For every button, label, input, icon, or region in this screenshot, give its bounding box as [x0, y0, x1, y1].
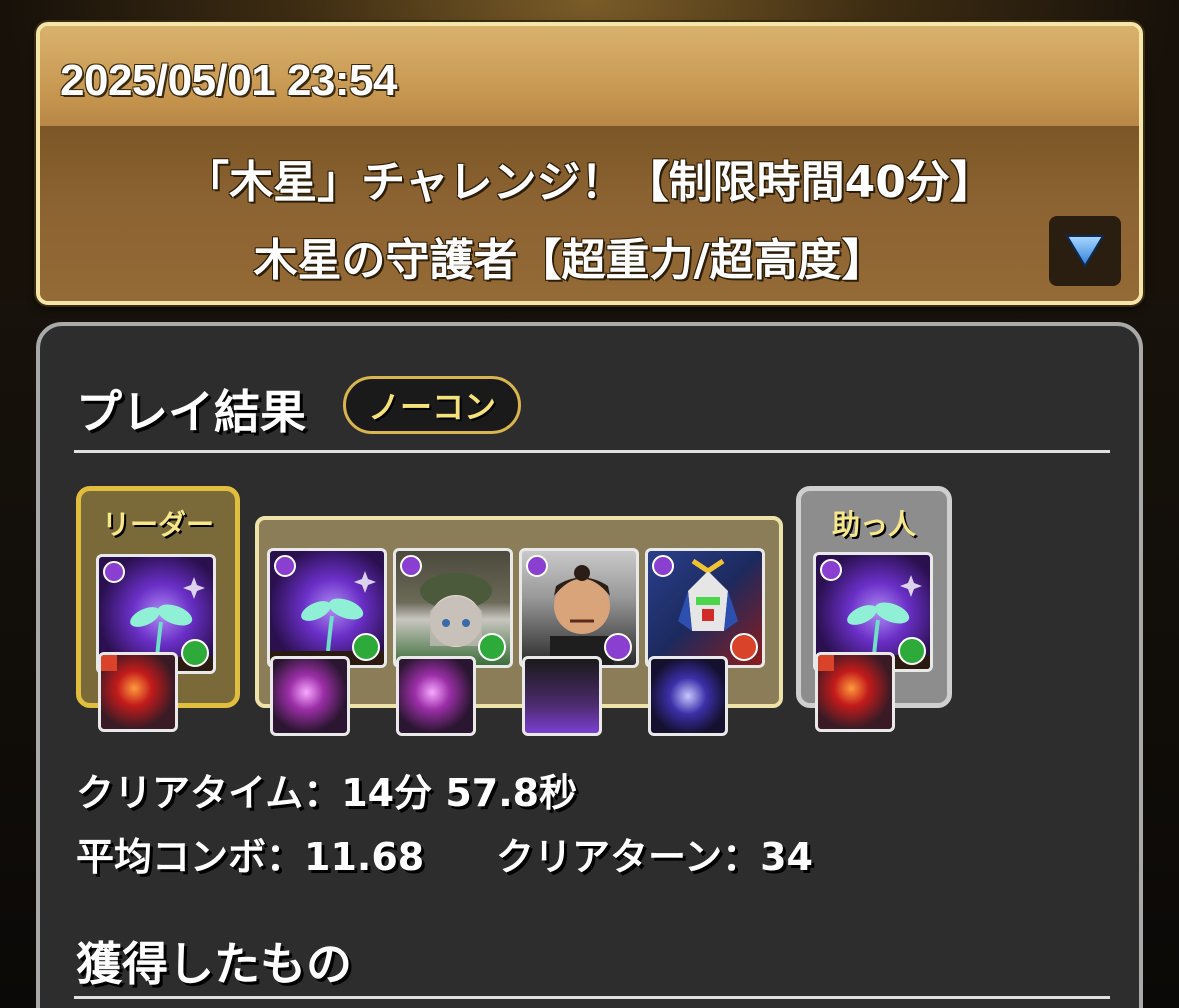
average-combo: 平均コンボ：11.68 — [76, 835, 425, 879]
dark-attr-icon — [274, 555, 296, 577]
dark-attr-icon — [652, 555, 674, 577]
helper-label: 助っ人 — [831, 508, 916, 541]
wood-attr-icon — [181, 639, 209, 667]
dungeon-title: 「木星」チャレンジ！【制限時間40分】 — [185, 157, 994, 208]
fire-attr-icon — [818, 655, 834, 671]
result-panel: プレイ結果 ノーコン リーダー 助っ人 クリアタイム：14分 57.8秒 平均コ… — [36, 322, 1143, 1008]
clear-time: クリアタイム：14分 57.8秒 — [76, 771, 578, 815]
divider — [74, 996, 1110, 999]
wood-attr-icon — [898, 637, 926, 665]
dark-attr-icon — [604, 633, 632, 661]
wood-attr-icon — [352, 633, 380, 661]
sub-monster-2[interactable] — [393, 548, 513, 668]
helper-assist[interactable] — [815, 652, 895, 732]
badge-label: ノーコン — [367, 388, 496, 426]
triangle-down-icon — [1065, 235, 1105, 268]
divider — [74, 450, 1110, 453]
dark-attr-icon — [526, 555, 548, 577]
dark-attr-icon — [820, 559, 842, 581]
wood-attr-icon — [478, 633, 506, 661]
sub-monster-4[interactable] — [645, 548, 765, 668]
sub-monster-3[interactable] — [519, 548, 639, 668]
sub-assist-1[interactable] — [270, 656, 350, 736]
dungeon-header[interactable]: 2025/05/01 23:54 「木星」チャレンジ！【制限時間40分】 木星の… — [36, 22, 1143, 305]
leader-assist[interactable] — [98, 652, 178, 732]
dark-attr-icon — [103, 561, 125, 583]
dark-attr-icon — [400, 555, 422, 577]
fire-attr-icon — [730, 633, 758, 661]
rewards-title: 獲得したもの — [76, 937, 352, 991]
fire-attr-icon — [101, 655, 117, 671]
expand-button[interactable] — [1049, 216, 1121, 286]
clear-turns: クリアターン：34 — [496, 835, 813, 879]
sub-monster-1[interactable] — [267, 548, 387, 668]
play-date: 2025/05/01 23:54 — [60, 56, 397, 105]
sub-assist-3[interactable] — [522, 656, 602, 736]
sub-assist-2[interactable] — [396, 656, 476, 736]
floor-title: 木星の守護者【超重力/超高度】 — [253, 235, 886, 286]
no-continue-badge: ノーコン — [343, 376, 521, 434]
result-title: プレイ結果 — [76, 385, 306, 439]
leader-label: リーダー — [101, 508, 214, 541]
sub-assist-4[interactable] — [648, 656, 728, 736]
